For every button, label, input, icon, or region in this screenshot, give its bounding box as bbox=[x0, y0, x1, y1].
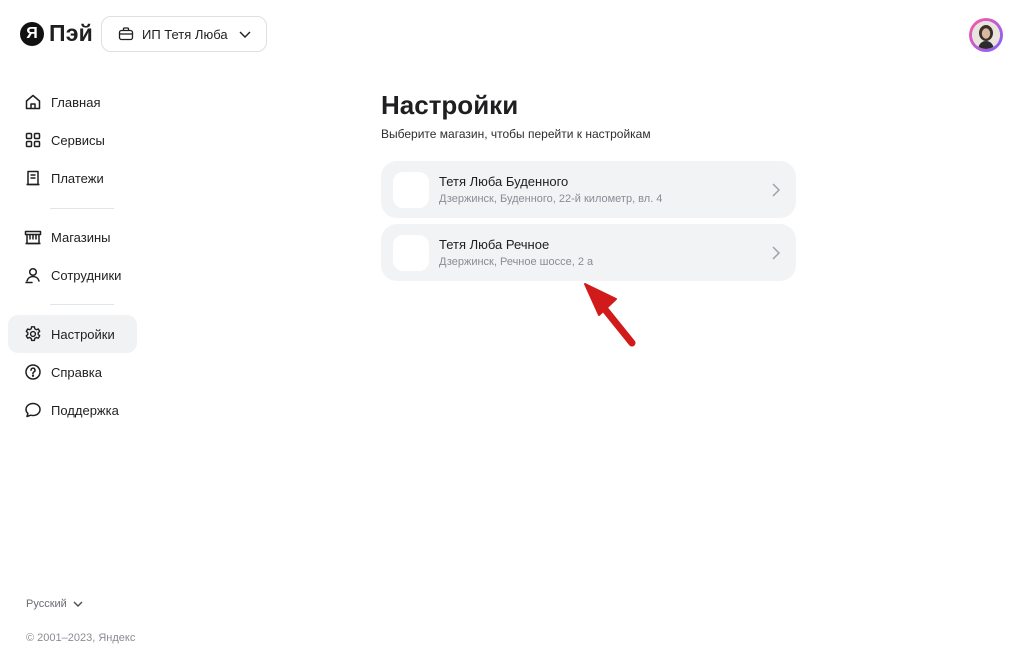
chevron-right-icon bbox=[770, 182, 782, 198]
chevron-right-icon bbox=[770, 245, 782, 261]
logo-text: Пэй bbox=[49, 20, 93, 46]
sidebar-item-payments[interactable]: Платежи bbox=[8, 159, 137, 197]
chevron-down-icon bbox=[72, 598, 84, 610]
logo[interactable]: Я Пэй bbox=[20, 20, 93, 47]
sidebar-item-stores[interactable]: Магазины bbox=[8, 218, 137, 256]
receipt-icon bbox=[24, 169, 42, 187]
store-name: Тетя Люба Речное bbox=[439, 237, 550, 252]
store-name: Тетя Люба Буденного bbox=[439, 174, 569, 189]
sidebar-item-support[interactable]: Поддержка bbox=[8, 391, 137, 429]
briefcase-icon bbox=[118, 26, 134, 42]
sidebar-divider bbox=[50, 304, 114, 305]
avatar-image bbox=[972, 21, 1000, 49]
avatar[interactable] bbox=[969, 18, 1003, 52]
store-address: Дзержинск, Буденного, 22-й километр, вл.… bbox=[439, 193, 663, 205]
organization-name: ИП Тетя Люба bbox=[142, 26, 228, 42]
language-switcher[interactable]: Русский bbox=[26, 598, 84, 610]
page-subtitle: Выберите магазин, чтобы перейти к настро… bbox=[381, 127, 651, 141]
sidebar-item-label: Платежи bbox=[51, 170, 104, 186]
copyright: © 2001–2023, Яндекс bbox=[26, 632, 136, 644]
chevron-down-icon bbox=[238, 27, 252, 41]
chat-icon bbox=[24, 401, 42, 419]
grid-icon bbox=[24, 131, 42, 149]
sidebar-item-settings[interactable]: Настройки bbox=[8, 315, 137, 353]
organization-switcher[interactable]: ИП Тетя Люба bbox=[101, 16, 267, 52]
sidebar-item-help[interactable]: Справка bbox=[8, 353, 137, 391]
annotation-arrow-icon bbox=[580, 280, 640, 355]
user-icon bbox=[24, 266, 42, 284]
language-label: Русский bbox=[26, 598, 67, 610]
store-address: Дзержинск, Речное шоссе, 2 а bbox=[439, 256, 594, 268]
store-card[interactable]: Тетя Люба Буденного Дзержинск, Буденного… bbox=[381, 161, 796, 218]
store-thumbnail bbox=[393, 172, 429, 208]
sidebar-item-employees[interactable]: Сотрудники bbox=[8, 256, 137, 294]
store-card[interactable]: Тетя Люба Речное Дзержинск, Речное шоссе… bbox=[381, 224, 796, 281]
yandex-logo-mark: Я bbox=[20, 21, 44, 46]
store-thumbnail bbox=[393, 235, 429, 271]
sidebar-item-label: Магазины bbox=[51, 229, 111, 245]
question-icon bbox=[24, 363, 42, 381]
gear-icon bbox=[24, 325, 42, 343]
sidebar-item-services[interactable]: Сервисы bbox=[8, 121, 137, 159]
sidebar-item-label: Настройки bbox=[51, 326, 115, 342]
page-title: Настройки bbox=[381, 90, 519, 120]
sidebar-item-label: Сотрудники bbox=[51, 267, 122, 283]
sidebar-item-home[interactable]: Главная bbox=[8, 83, 137, 121]
sidebar-item-label: Главная bbox=[51, 94, 101, 110]
store-icon bbox=[24, 228, 42, 246]
sidebar-item-label: Поддержка bbox=[51, 402, 119, 418]
sidebar-item-label: Справка bbox=[51, 364, 102, 380]
sidebar-divider bbox=[50, 208, 114, 209]
home-icon bbox=[24, 93, 42, 111]
sidebar-item-label: Сервисы bbox=[51, 132, 105, 148]
